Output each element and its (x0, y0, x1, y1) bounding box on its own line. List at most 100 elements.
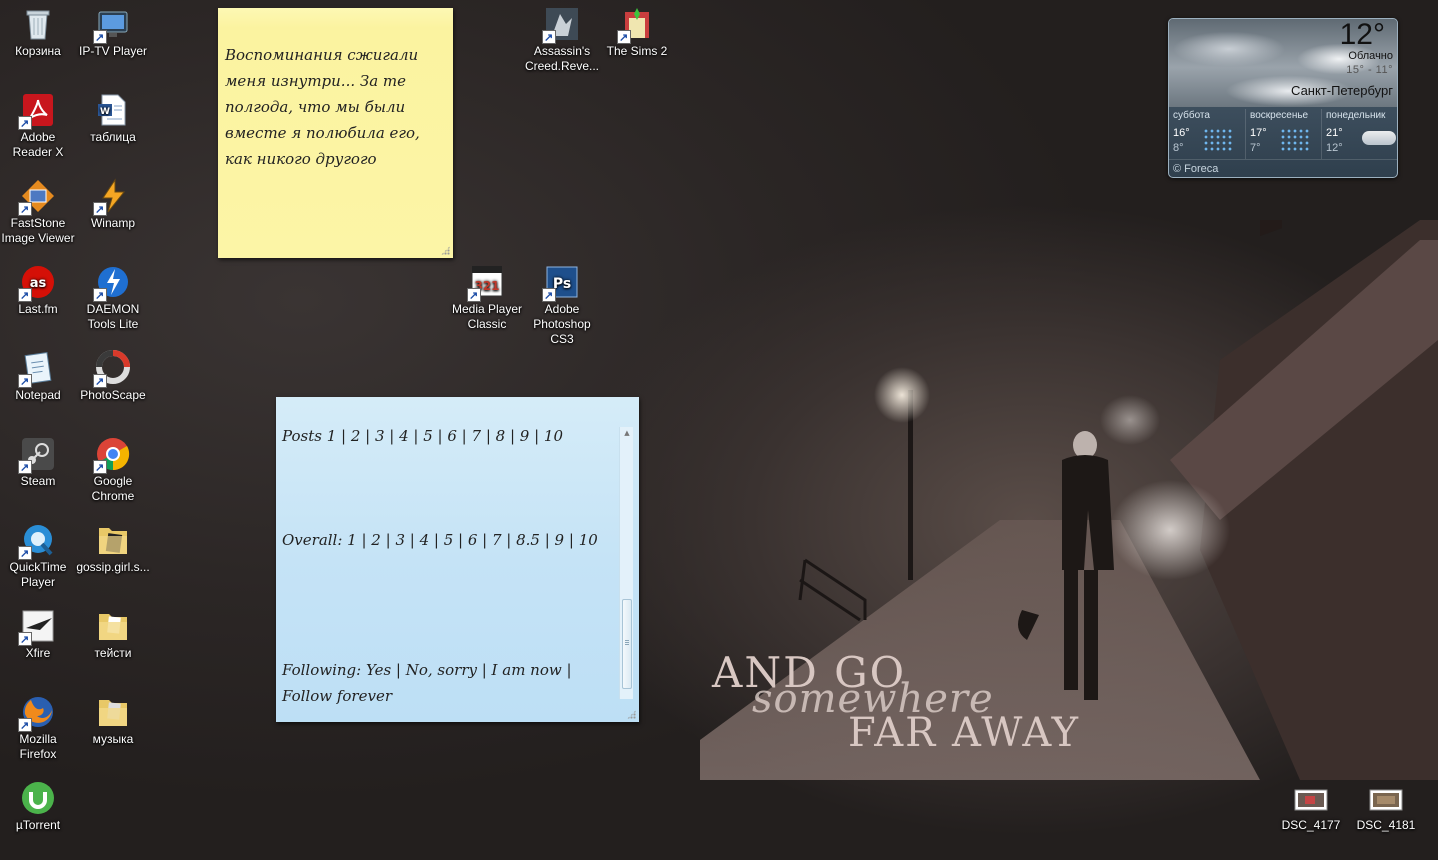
xfire-icon (18, 608, 56, 646)
winamp-icon (93, 178, 131, 216)
forecast-day-1: суббота 16° 8° (1169, 109, 1245, 159)
steam-icon (18, 436, 56, 474)
tv-icon (93, 6, 131, 44)
wallpaper-text-line3: FAR AWAY (848, 710, 1081, 756)
desktop-icon-daemon-tools[interactable]: DAEMON Tools Lite (75, 264, 151, 332)
current-condition: Облачно (1348, 50, 1393, 62)
icon-label: Google Chrome (91, 474, 135, 503)
icon-label: gossip.girl.s... (76, 560, 150, 574)
icon-label: Adobe Reader X (12, 130, 64, 159)
firefox-icon (18, 694, 56, 732)
icon-label: тейсти (94, 646, 132, 660)
icon-label: Media Player Classic (451, 302, 523, 331)
icon-label: Assassin's Creed.Reve... (524, 44, 600, 73)
forecast-low: 8° (1173, 142, 1184, 154)
icon-label: Winamp (90, 216, 135, 230)
icon-label: DAEMON Tools Lite (86, 302, 140, 331)
icon-label: Adobe Photoshop CS3 (533, 302, 591, 346)
desktop-icon-recycle-bin[interactable]: Корзина (0, 6, 76, 59)
temperature-range: 15° - 11° (1346, 64, 1393, 76)
forecast-day-name: суббота (1173, 110, 1210, 121)
utorrent-icon (20, 780, 56, 816)
svg-text:321: 321 (474, 279, 499, 293)
folder-icon (95, 608, 131, 644)
sticky-note-overall-line[interactable]: Overall: 1 | 2 | 3 | 4 | 5 | 6 | 7 | 8.5… (282, 527, 612, 553)
desktop-icon-steam[interactable]: Steam (0, 436, 76, 489)
icon-label: IP-TV Player (78, 44, 147, 58)
cloud-icon (1362, 131, 1396, 145)
icon-label: QuickTime Player (9, 560, 67, 589)
desktop-icon-adobe-reader[interactable]: Adobe Reader X (0, 92, 76, 160)
sticky-note-posts-line[interactable]: Posts 1 | 2 | 3 | 4 | 5 | 6 | 7 | 8 | 9 … (282, 423, 612, 449)
desktop-icon-faststone[interactable]: FastStone Image Viewer (0, 178, 76, 246)
desktop-icon-chrome[interactable]: Google Chrome (75, 436, 151, 504)
forecast-day-name: воскресенье (1250, 110, 1309, 121)
weather-city[interactable]: Санкт-Петербург (1291, 83, 1393, 98)
desktop-icon-tablica[interactable]: W таблица (75, 92, 151, 145)
forecast-high: 21° (1326, 127, 1343, 139)
icon-label: Steam (20, 474, 56, 488)
scrollbar-thumb[interactable] (622, 599, 632, 689)
forecast-day-2: воскресенье 17° 7° (1245, 109, 1321, 159)
folder-icon (95, 694, 131, 730)
icon-label: Корзина (15, 44, 61, 58)
desktop-icon-teisti[interactable]: тейсти (75, 608, 151, 661)
desktop-icon-notepad[interactable]: Notepad (0, 350, 76, 403)
adobe-reader-icon (18, 92, 56, 130)
sticky-note-scrollbar[interactable]: ▲ (619, 427, 633, 699)
desktop-icon-winamp[interactable]: Winamp (75, 178, 151, 231)
rain-icon (1203, 128, 1233, 152)
icon-label: µTorrent (15, 818, 61, 832)
desktop-icon-quicktime[interactable]: QuickTime Player (0, 522, 76, 590)
desktop-icon-photoshop[interactable]: Ps Adobe Photoshop CS3 (524, 264, 600, 347)
icon-label: таблица (90, 130, 136, 144)
icon-label: Xfire (25, 646, 51, 660)
desktop-icon-photoscape[interactable]: PhotoScape (75, 350, 151, 403)
weather-gadget[interactable]: 12° Облачно 15° - 11° Санкт-Петербург су… (1168, 18, 1398, 178)
svg-text:W: W (100, 107, 110, 117)
desktop-icon-xfire[interactable]: Xfire (0, 608, 76, 661)
image-file-icon (1293, 780, 1329, 816)
desktop-icon-muzyka[interactable]: музыка (75, 694, 151, 747)
image-file-icon (1368, 780, 1404, 816)
photoscape-icon (93, 350, 131, 388)
desktop-icon-dsc-4177[interactable]: DSC_4177 (1273, 780, 1349, 833)
icon-label: DSC_4177 (1281, 818, 1341, 832)
desktop-icon-lastfm[interactable]: as Last.fm (0, 264, 76, 317)
icon-label: FastStone Image Viewer (1, 216, 75, 245)
weather-credit[interactable]: © Foreca (1173, 163, 1218, 175)
photoshop-icon: Ps (542, 264, 580, 302)
chrome-icon (93, 436, 131, 474)
desktop-icon-sims-2[interactable]: The Sims 2 (599, 6, 675, 59)
resize-grip-icon[interactable] (441, 246, 450, 255)
desktop-icon-utorrent[interactable]: µTorrent (0, 780, 76, 833)
forecast-low: 7° (1250, 142, 1261, 154)
word-document-icon: W (95, 92, 131, 128)
sticky-note-text[interactable]: Воспоминания сжигали меня изнутри... За … (225, 42, 447, 172)
media-player-classic-icon: 321 (467, 264, 505, 302)
scroll-up-icon[interactable]: ▲ (620, 429, 634, 437)
desktop-icon-assassins-creed[interactable]: Assassin's Creed.Reve... (524, 6, 600, 74)
resize-grip-icon[interactable] (627, 710, 636, 719)
current-temperature: 12° (1339, 18, 1385, 51)
forecast-day-name: понедельник (1326, 110, 1386, 121)
desktop-icon-dsc-4181[interactable]: DSC_4181 (1348, 780, 1424, 833)
notepad-icon (18, 350, 56, 388)
icon-label: Notepad (15, 388, 61, 402)
faststone-icon (18, 178, 56, 216)
forecast-high: 17° (1250, 127, 1267, 139)
desktop-icon-firefox[interactable]: Mozilla Firefox (0, 694, 76, 762)
forecast-low: 12° (1326, 142, 1343, 154)
sticky-note-yellow[interactable]: Воспоминания сжигали меня изнутри... За … (218, 8, 453, 258)
sims-2-icon (617, 6, 655, 44)
sticky-note-blue[interactable]: Posts 1 | 2 | 3 | 4 | 5 | 6 | 7 | 8 | 9 … (276, 397, 639, 722)
desktop-icon-iptv-player[interactable]: IP-TV Player (75, 6, 151, 59)
forecast-day-3: понедельник 21° 12° (1321, 109, 1397, 159)
desktop-icon-gossip-girl[interactable]: gossip.girl.s... (75, 522, 151, 575)
svg-text:Ps: Ps (553, 276, 571, 292)
forecast-high: 16° (1173, 127, 1190, 139)
sticky-note-following-line[interactable]: Following: Yes | No, sorry | I am now | … (282, 657, 612, 709)
icon-label: PhotoScape (80, 388, 146, 402)
desktop-icon-media-player-classic[interactable]: 321 Media Player Classic (449, 264, 525, 332)
quicktime-icon (18, 522, 56, 560)
